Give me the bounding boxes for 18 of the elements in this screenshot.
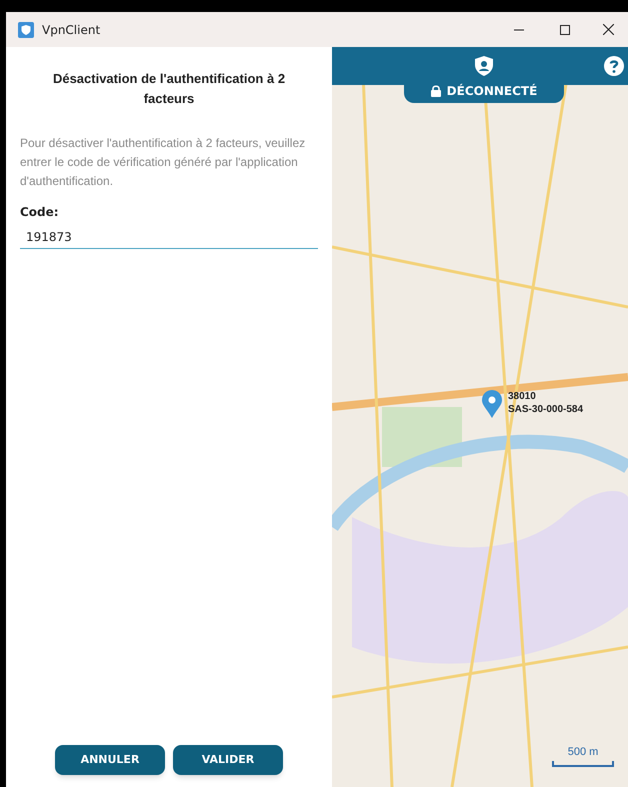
code-label: Code: (20, 204, 60, 221)
cancel-button[interactable]: ANNULER (55, 745, 165, 775)
dialog-title: Désactivation de l'authentification à 2 facteurs (52, 70, 286, 108)
close-icon (602, 24, 614, 35)
lock-icon (430, 85, 441, 97)
status-label: DÉCONNECTÉ (446, 82, 538, 100)
help-icon[interactable] (604, 56, 624, 76)
scale-bar: 500 m (552, 744, 614, 766)
marker-label: SAS-30-000-584 (508, 403, 584, 416)
code-input-field[interactable]: 191873 (20, 225, 318, 249)
marker-label: 38010 (508, 390, 537, 403)
map-pin-icon[interactable] (482, 390, 502, 418)
shield-icon (18, 22, 34, 38)
window-title: VpnClient (42, 22, 100, 38)
description-text: Pour désactiver l'authentification à 2 facteurs, veuillez entrer le code de vérification généré par l'application d'authentification. (20, 135, 306, 190)
user-shield-icon[interactable] (475, 56, 493, 76)
maximize-icon (560, 24, 570, 34)
confirm-button[interactable]: VALIDER (173, 745, 283, 775)
